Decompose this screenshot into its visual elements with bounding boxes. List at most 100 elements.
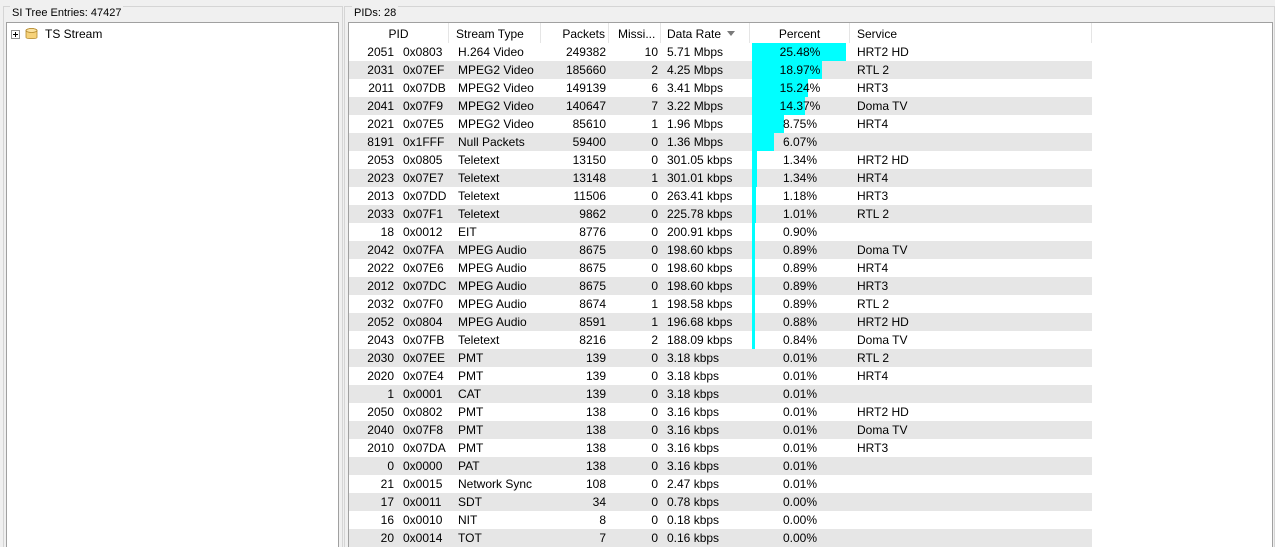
- table-row[interactable]: 1 0x0001 CAT 139 0 3.18 kbps 0.01%: [349, 385, 1092, 403]
- col-header-missing[interactable]: Missi...: [609, 23, 661, 43]
- pid-cell: 16 0x0010: [349, 511, 449, 529]
- data-rate-cell: 3.18 kbps: [667, 387, 720, 401]
- service-cell: HRT2 HD: [857, 315, 909, 329]
- packets-cell: 138: [585, 441, 606, 455]
- table-row[interactable]: 2033 0x07F1 Teletext 9862 0 225.78 kbps 1.01% R…: [349, 205, 1092, 223]
- data-rate-cell: 263.41 kbps: [667, 189, 733, 203]
- col-header-percent[interactable]: Percent: [750, 23, 850, 43]
- table-row[interactable]: 21 0x0015 Network Sync 108 0 2.47 kbps 0.01%: [349, 475, 1092, 493]
- table-header: PID Stream Type Packets Missi... Data Ra…: [349, 23, 1092, 43]
- col-header-packets[interactable]: Packets: [541, 23, 609, 43]
- table-row[interactable]: 2051 0x0803 H.264 Video 249382 10 5.71 Mbps 25…: [349, 43, 1092, 61]
- table-row[interactable]: 2032 0x07F0 MPEG Audio 8674 1 198.58 kbps 0.89…: [349, 295, 1092, 313]
- col-header-service[interactable]: Service: [850, 23, 1092, 43]
- table-row[interactable]: 20 0x0014 TOT 7 0 0.16 kbps 0.00%: [349, 529, 1092, 547]
- pid-cell: 2013 0x07DD: [349, 187, 449, 205]
- table-row[interactable]: 2011 0x07DB MPEG2 Video 149139 6 3.41 Mbps 15.…: [349, 79, 1092, 97]
- pid-hex: 0x07DB: [403, 81, 446, 95]
- table-row[interactable]: 2021 0x07E5 MPEG2 Video 85610 1 1.96 Mbps 8.75…: [349, 115, 1092, 133]
- pid-hex: 0x07EF: [403, 63, 445, 77]
- missing-cell: 0: [651, 279, 658, 293]
- pid-hex: 0x0802: [403, 405, 443, 419]
- table-row[interactable]: 2023 0x07E7 Teletext 13148 1 301.01 kbps 1.34%…: [349, 169, 1092, 187]
- table-row[interactable]: 17 0x0011 SDT 34 0 0.78 kbps 0.00%: [349, 493, 1092, 511]
- service-cell: [850, 493, 1092, 511]
- percent-cell: 0.00%: [750, 493, 850, 511]
- packets-cell: 8591: [579, 315, 606, 329]
- col-header-stream-type[interactable]: Stream Type: [449, 23, 541, 43]
- percent-bar: [752, 331, 755, 349]
- packets-cell: 13148: [572, 171, 606, 185]
- table-row[interactable]: 2012 0x07DC MPEG Audio 8675 0 198.60 kbps 0.89…: [349, 277, 1092, 295]
- percent-text: 0.00%: [782, 495, 818, 509]
- table-row[interactable]: 2043 0x07FB Teletext 8216 2 188.09 kbps 0.84% D…: [349, 331, 1092, 349]
- table-row[interactable]: 0 0x0000 PAT 138 0 3.16 kbps 0.01%: [349, 457, 1092, 475]
- pid-table[interactable]: PID Stream Type Packets Missi... Data Ra…: [348, 22, 1273, 547]
- service-cell: HRT3: [857, 81, 889, 95]
- missing-cell: 0: [651, 207, 658, 221]
- col-header-pid[interactable]: PID: [349, 23, 449, 43]
- table-row[interactable]: 2013 0x07DD Teletext 11506 0 263.41 kbps 1.18%…: [349, 187, 1092, 205]
- stream-type-cell: Null Packets: [458, 135, 525, 149]
- percent-text: 1.18%: [782, 189, 818, 203]
- pid-hex: 0x07E7: [403, 171, 444, 185]
- percent-bar: [752, 115, 784, 133]
- pid-hex: 0x07E6: [403, 261, 444, 275]
- pid-hex: 0x07F8: [403, 423, 444, 437]
- stream-type-cell: MPEG Audio: [458, 261, 527, 275]
- table-row[interactable]: 18 0x0012 EIT 8776 0 200.91 kbps 0.90%: [349, 223, 1092, 241]
- stream-type-cell: PMT: [458, 423, 484, 437]
- si-tree-view[interactable]: TS Stream: [6, 22, 339, 547]
- percent-cell: 1.18%: [750, 187, 850, 205]
- stream-type-cell: Teletext: [458, 189, 500, 203]
- percent-text: 1.34%: [782, 153, 818, 167]
- percent-text: 0.01%: [782, 459, 818, 473]
- table-row[interactable]: 2010 0x07DA PMT 138 0 3.16 kbps 0.01% HRT3: [349, 439, 1092, 457]
- missing-cell: 7: [651, 99, 658, 113]
- table-row[interactable]: 2041 0x07F9 MPEG2 Video 140647 7 3.22 Mbps 14.…: [349, 97, 1092, 115]
- missing-cell: 1: [651, 171, 658, 185]
- stream-type-cell: MPEG2 Video: [458, 63, 534, 77]
- service-cell: [850, 475, 1092, 493]
- pid-hex: 0x07FA: [403, 243, 444, 257]
- percent-text: 0.01%: [782, 423, 818, 437]
- percent-text: 25.48%: [779, 45, 821, 59]
- table-row[interactable]: 2022 0x07E6 MPEG Audio 8675 0 198.60 kbps 0.89…: [349, 259, 1092, 277]
- table-row[interactable]: 2053 0x0805 Teletext 13150 0 301.05 kbps 1.34%…: [349, 151, 1092, 169]
- stream-type-cell: PMT: [458, 351, 484, 365]
- table-row[interactable]: 2052 0x0804 MPEG Audio 8591 1 196.68 kbps 0.88…: [349, 313, 1092, 331]
- pid-cell: 18 0x0012: [349, 223, 449, 241]
- packets-cell: 140647: [565, 99, 606, 113]
- si-tree-title: SI Tree Entries: 47427: [10, 6, 124, 20]
- service-cell: Doma TV: [857, 423, 908, 437]
- missing-cell: 0: [651, 387, 658, 401]
- pid-decimal: 2051: [367, 45, 394, 59]
- data-rate-cell: 3.18 kbps: [667, 351, 720, 365]
- table-row[interactable]: 8191 0x1FFF Null Packets 59400 0 1.36 Mbps 6.0…: [349, 133, 1092, 151]
- table-row[interactable]: 2042 0x07FA MPEG Audio 8675 0 198.60 kbps 0.89…: [349, 241, 1092, 259]
- percent-cell: 25.48%: [750, 43, 850, 61]
- percent-cell: 18.97%: [750, 61, 850, 79]
- pid-hex: 0x0010: [403, 513, 443, 527]
- missing-cell: 1: [651, 315, 658, 329]
- percent-bar: [752, 169, 757, 187]
- table-row[interactable]: 16 0x0010 NIT 8 0 0.18 kbps 0.00%: [349, 511, 1092, 529]
- service-cell: HRT2 HD: [857, 405, 909, 419]
- table-row[interactable]: 2040 0x07F8 PMT 138 0 3.16 kbps 0.01% Doma TV: [349, 421, 1092, 439]
- pid-hex: 0x0805: [403, 153, 443, 167]
- table-row[interactable]: 2031 0x07EF MPEG2 Video 185660 2 4.25 Mbps 18.…: [349, 61, 1092, 79]
- percent-text: 15.24%: [779, 81, 821, 95]
- stream-type-cell: PMT: [458, 369, 484, 383]
- tree-node-ts-stream[interactable]: TS Stream: [11, 26, 102, 42]
- data-rate-cell: 3.16 kbps: [667, 405, 720, 419]
- table-row[interactable]: 2020 0x07E4 PMT 139 0 3.18 kbps 0.01% HRT4: [349, 367, 1092, 385]
- expand-plus-icon[interactable]: [11, 29, 20, 39]
- table-row[interactable]: 2050 0x0802 PMT 138 0 3.16 kbps 0.01% HRT2 HD: [349, 403, 1092, 421]
- pid-cell: 2031 0x07EF: [349, 61, 449, 79]
- table-row[interactable]: 2030 0x07EE PMT 139 0 3.18 kbps 0.01% RTL 2: [349, 349, 1092, 367]
- pid-decimal: 2023: [367, 171, 394, 185]
- col-header-data-rate[interactable]: Data Rate: [661, 23, 750, 43]
- percent-text: 0.01%: [782, 405, 818, 419]
- percent-text: 0.89%: [782, 297, 818, 311]
- pid-cell: 17 0x0011: [349, 493, 449, 511]
